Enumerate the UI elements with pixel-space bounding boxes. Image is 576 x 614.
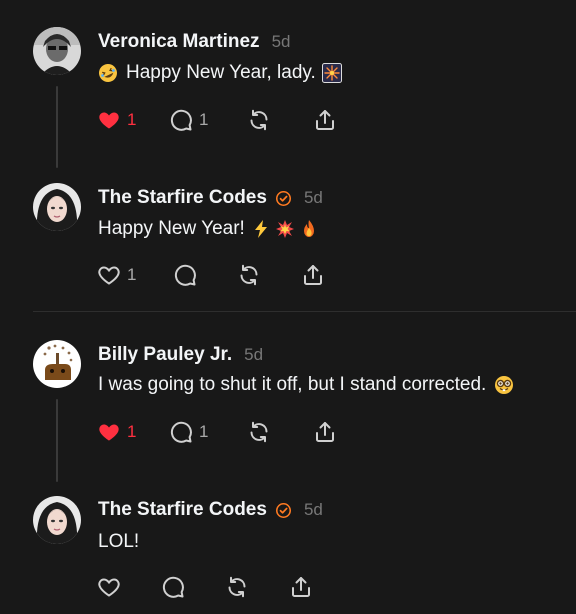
rofl-emoji bbox=[98, 63, 118, 83]
share-icon bbox=[313, 420, 337, 444]
post-header: The Starfire Codes 5d bbox=[98, 499, 323, 521]
reply-post: Billy Pauley Jr. 5d I was going to shut … bbox=[0, 312, 576, 482]
heart-icon bbox=[97, 263, 121, 287]
fireworks-emoji bbox=[321, 63, 342, 83]
reply-post: The Starfire Codes 5d LOL! bbox=[0, 482, 576, 614]
like-button[interactable]: 1 bbox=[97, 419, 136, 445]
post-header: Billy Pauley Jr. 5d bbox=[98, 344, 263, 366]
repost-button[interactable] bbox=[247, 419, 271, 445]
like-count: 1 bbox=[127, 110, 137, 129]
avatar[interactable] bbox=[33, 183, 81, 231]
verified-badge-icon bbox=[275, 190, 292, 207]
username[interactable]: Billy Pauley Jr. bbox=[98, 344, 232, 366]
comment-icon bbox=[173, 263, 197, 287]
nerd-face-emoji bbox=[494, 375, 514, 395]
post-header: Veronica Martinez 5d bbox=[98, 31, 290, 53]
comment-icon bbox=[169, 420, 193, 444]
reply-button[interactable] bbox=[161, 574, 185, 600]
share-icon bbox=[301, 263, 325, 287]
heart-icon bbox=[97, 575, 121, 599]
share-icon bbox=[313, 108, 337, 132]
like-button[interactable]: 1 bbox=[97, 107, 136, 133]
heart-filled-icon bbox=[97, 108, 121, 132]
share-button[interactable] bbox=[313, 107, 337, 133]
avatar[interactable] bbox=[33, 340, 81, 388]
share-icon bbox=[289, 575, 313, 599]
verified-badge-icon bbox=[275, 502, 292, 519]
reply-button[interactable]: 1 bbox=[169, 419, 208, 445]
repost-icon bbox=[225, 575, 249, 599]
like-count: 1 bbox=[127, 265, 137, 284]
post-text-row: LOL! bbox=[98, 531, 139, 553]
repost-button[interactable] bbox=[247, 107, 271, 133]
post-text-row: Happy New Year, lady. bbox=[98, 62, 342, 84]
post-text: Happy New Year, lady. bbox=[126, 62, 316, 83]
like-button[interactable] bbox=[97, 574, 121, 600]
reply-count: 1 bbox=[199, 110, 209, 129]
collision-emoji bbox=[275, 219, 295, 239]
comment-icon bbox=[169, 108, 193, 132]
like-button[interactable]: 1 bbox=[97, 262, 136, 288]
repost-button[interactable] bbox=[225, 574, 249, 600]
username[interactable]: Veronica Martinez bbox=[98, 31, 260, 53]
repost-icon bbox=[247, 108, 271, 132]
reply-post: The Starfire Codes 5d Happy New Year! 1 bbox=[0, 170, 576, 310]
post-header: The Starfire Codes 5d bbox=[98, 187, 323, 209]
post-text-row: I was going to shut it off, but I stand … bbox=[98, 374, 514, 396]
share-button[interactable] bbox=[313, 419, 337, 445]
username[interactable]: The Starfire Codes bbox=[98, 187, 267, 209]
timestamp[interactable]: 5d bbox=[304, 188, 323, 208]
thread-line bbox=[56, 86, 58, 168]
timestamp[interactable]: 5d bbox=[272, 32, 291, 52]
repost-button[interactable] bbox=[237, 262, 261, 288]
post-text: I was going to shut it off, but I stand … bbox=[98, 374, 487, 395]
reply-button[interactable] bbox=[173, 262, 203, 288]
post-text: Happy New Year! bbox=[98, 218, 245, 239]
timestamp[interactable]: 5d bbox=[244, 345, 263, 365]
reply-button[interactable]: 1 bbox=[169, 107, 208, 133]
avatar[interactable] bbox=[33, 496, 81, 544]
username[interactable]: The Starfire Codes bbox=[98, 499, 267, 521]
reply-count: 1 bbox=[199, 422, 209, 441]
repost-icon bbox=[237, 263, 261, 287]
lightning-emoji bbox=[251, 219, 271, 239]
fire-emoji bbox=[299, 219, 319, 239]
timestamp[interactable]: 5d bbox=[304, 500, 323, 520]
heart-filled-icon bbox=[97, 420, 121, 444]
share-button[interactable] bbox=[289, 574, 313, 600]
post-text-row: Happy New Year! bbox=[98, 218, 319, 240]
repost-icon bbox=[247, 420, 271, 444]
share-button[interactable] bbox=[301, 262, 325, 288]
thread-line bbox=[56, 399, 58, 482]
like-count: 1 bbox=[127, 422, 137, 441]
avatar[interactable] bbox=[33, 27, 81, 75]
reply-post: Veronica Martinez 5d Happy New Year, lad… bbox=[0, 0, 576, 170]
comment-icon bbox=[161, 575, 185, 599]
post-text: LOL! bbox=[98, 531, 140, 552]
